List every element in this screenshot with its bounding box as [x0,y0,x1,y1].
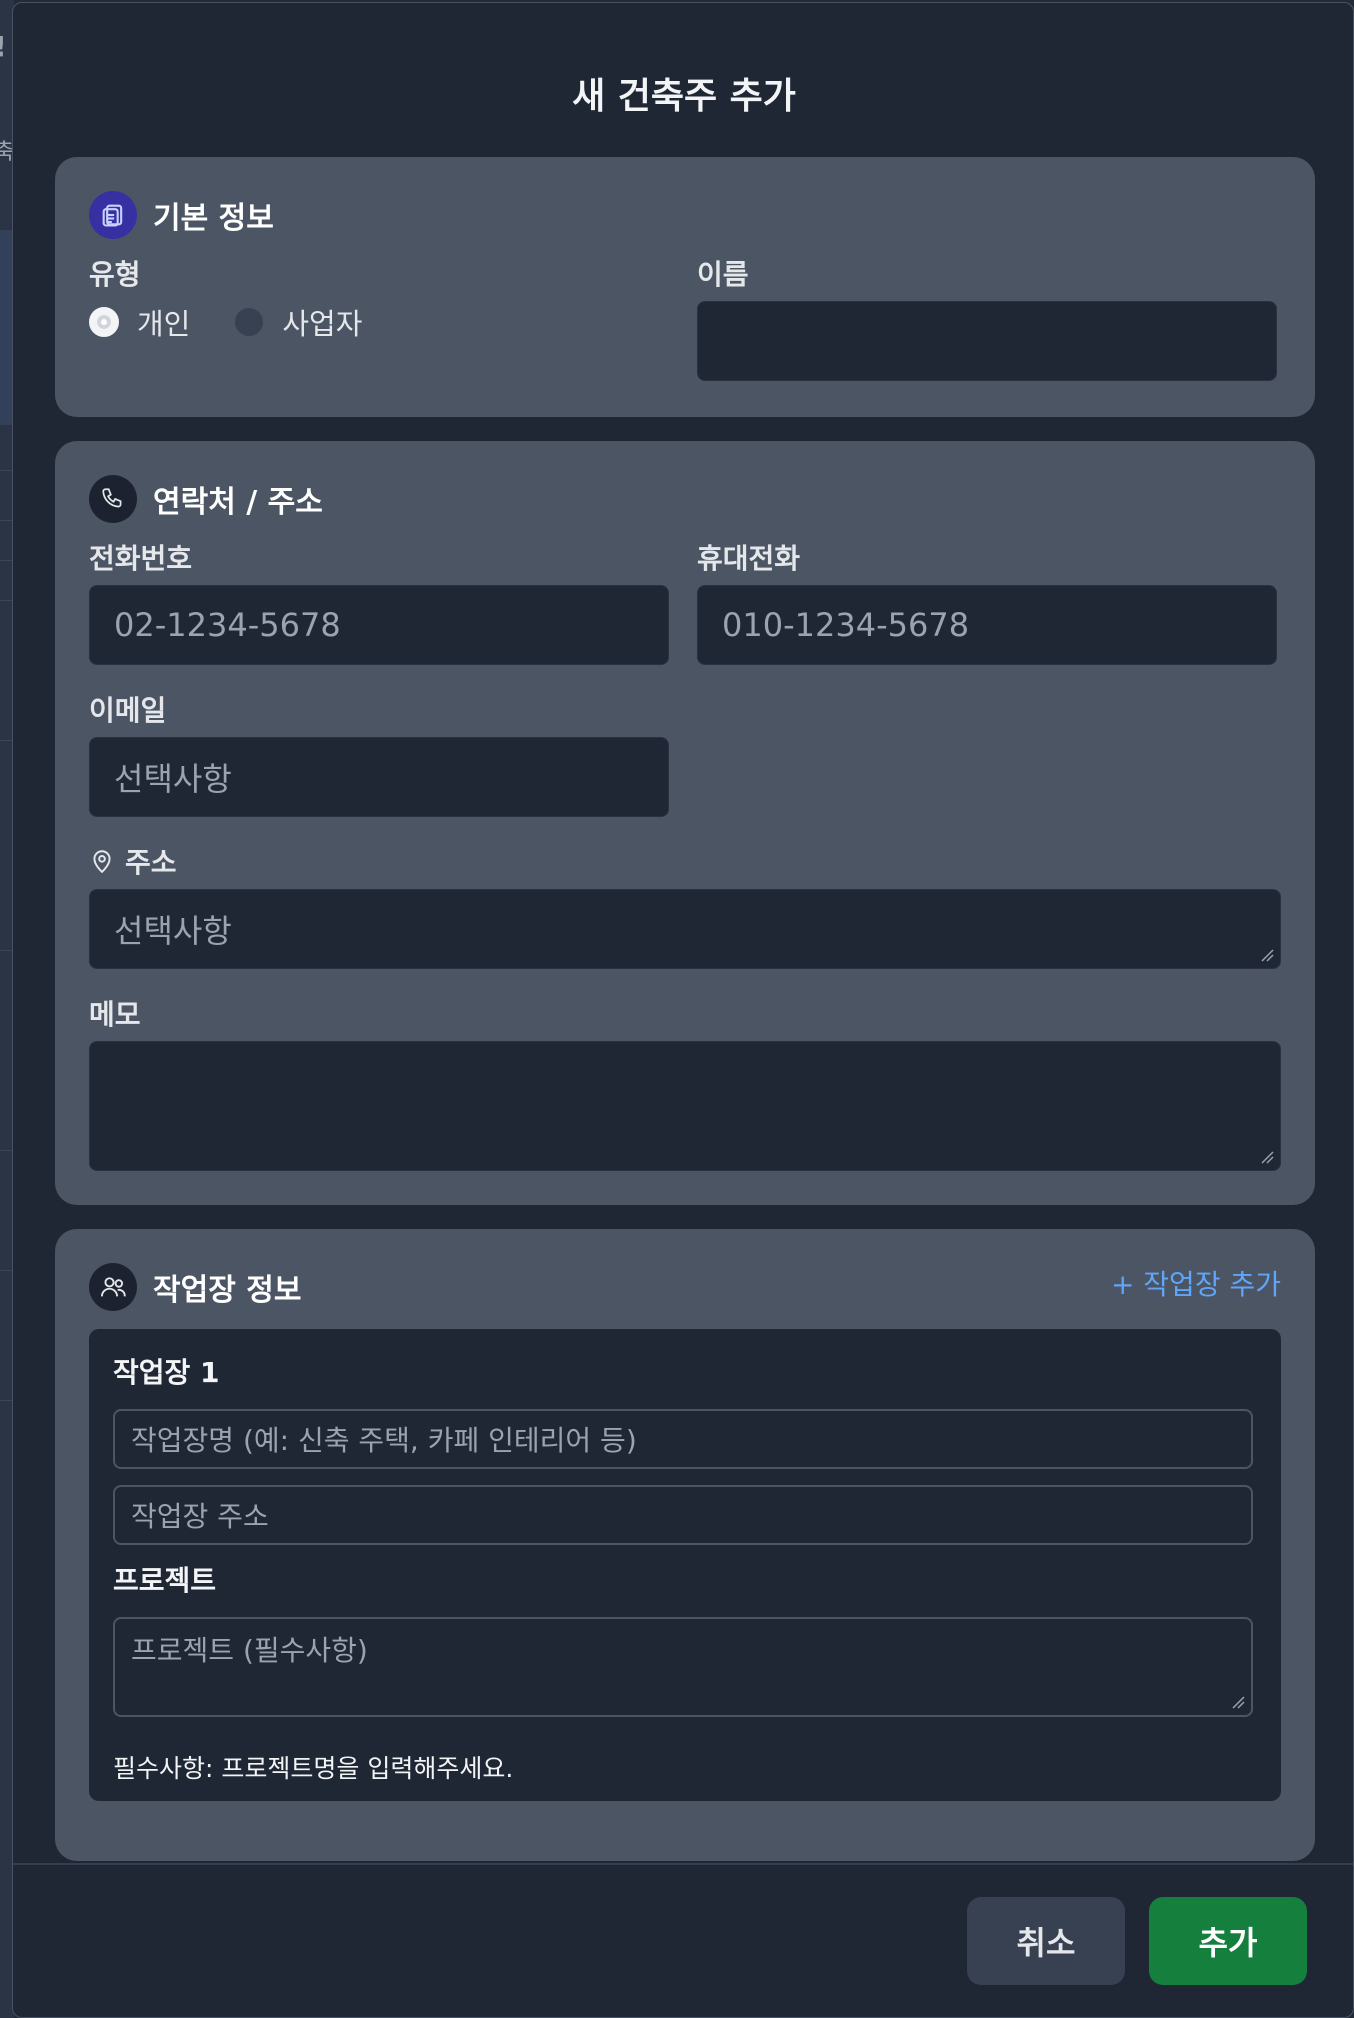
background-glyph: ! [0,30,7,63]
memo-label: 메모 [89,998,141,1031]
radio-individual[interactable] [89,307,119,337]
radio-individual-label[interactable]: 개인 [137,301,190,343]
name-label: 이름 [697,258,749,291]
work-site-section: 작업장 정보 + 작업장 추가 작업장 1 작업장명 (예: 신축 주택, 카페… [55,1229,1315,1861]
mobile-input[interactable]: 010-1234-5678 [697,585,1277,665]
work-site-name-input[interactable]: 작업장명 (예: 신축 주택, 카페 인테리어 등) [113,1409,1253,1469]
resize-handle-icon[interactable] [1231,1695,1245,1709]
users-icon [89,1263,137,1311]
contact-header: 연락처 / 주소 [89,475,323,523]
address-textarea[interactable]: 선택사항 [89,889,1281,969]
section-title: 작업장 정보 [153,1273,302,1308]
mobile-label: 휴대전화 [697,542,801,575]
resize-handle-icon[interactable] [1260,948,1274,962]
radio-business[interactable] [234,307,265,337]
address-label: 주소 [125,846,177,879]
phone-label: 전화번호 [89,542,193,575]
type-label: 유형 [89,258,141,291]
email-input[interactable]: 선택사항 [89,737,669,817]
basic-info-section: 기본 정보 유형 개인 사업자 이름 [55,157,1315,417]
project-label: 프로젝트 [113,1564,217,1597]
email-label: 이메일 [89,694,167,727]
work-site-address-input[interactable]: 작업장 주소 [113,1485,1253,1545]
project-placeholder: 프로젝트 (필수사항) [131,1634,368,1667]
clipboard-icon [89,191,137,239]
footer-divider [13,1863,1353,1865]
work-site-header: 작업장 정보 [89,1263,301,1311]
map-pin-icon [89,847,115,875]
submit-button[interactable]: 추가 [1149,1897,1307,1985]
type-radio-group: 개인 사업자 [89,301,406,343]
basic-info-header: 기본 정보 [89,191,274,239]
cancel-button[interactable]: 취소 [967,1897,1125,1985]
name-input[interactable] [697,301,1277,381]
section-title: 기본 정보 [153,201,274,236]
project-textarea[interactable]: 프로젝트 (필수사항) [113,1617,1253,1717]
contact-section: 연락처 / 주소 전화번호 02-1234-5678 휴대전화 010-1234… [55,441,1315,1205]
address-placeholder: 선택사항 [114,912,232,950]
phone-icon [89,475,137,523]
memo-textarea[interactable] [89,1041,1281,1171]
section-title: 연락처 / 주소 [153,485,323,520]
add-client-dialog: 새 건축주 추가 기본 정보 유형 개인 사업자 이름 연락처 / 주소 전화번… [12,2,1354,2018]
phone-input[interactable]: 02-1234-5678 [89,585,669,665]
work-site-title: 작업장 1 [113,1356,220,1389]
project-required-note: 필수사항: 프로젝트명을 입력해주세요. [113,1754,514,1783]
add-work-site-button[interactable]: + 작업장 추가 [1111,1263,1281,1303]
address-label-row: 주소 [89,841,177,881]
radio-business-label[interactable]: 사업자 [282,301,362,343]
dialog-title: 새 건축주 추가 [572,76,796,117]
work-site-card: 작업장 1 작업장명 (예: 신축 주택, 카페 인테리어 등) 작업장 주소 … [89,1329,1281,1801]
resize-handle-icon[interactable] [1260,1150,1274,1164]
